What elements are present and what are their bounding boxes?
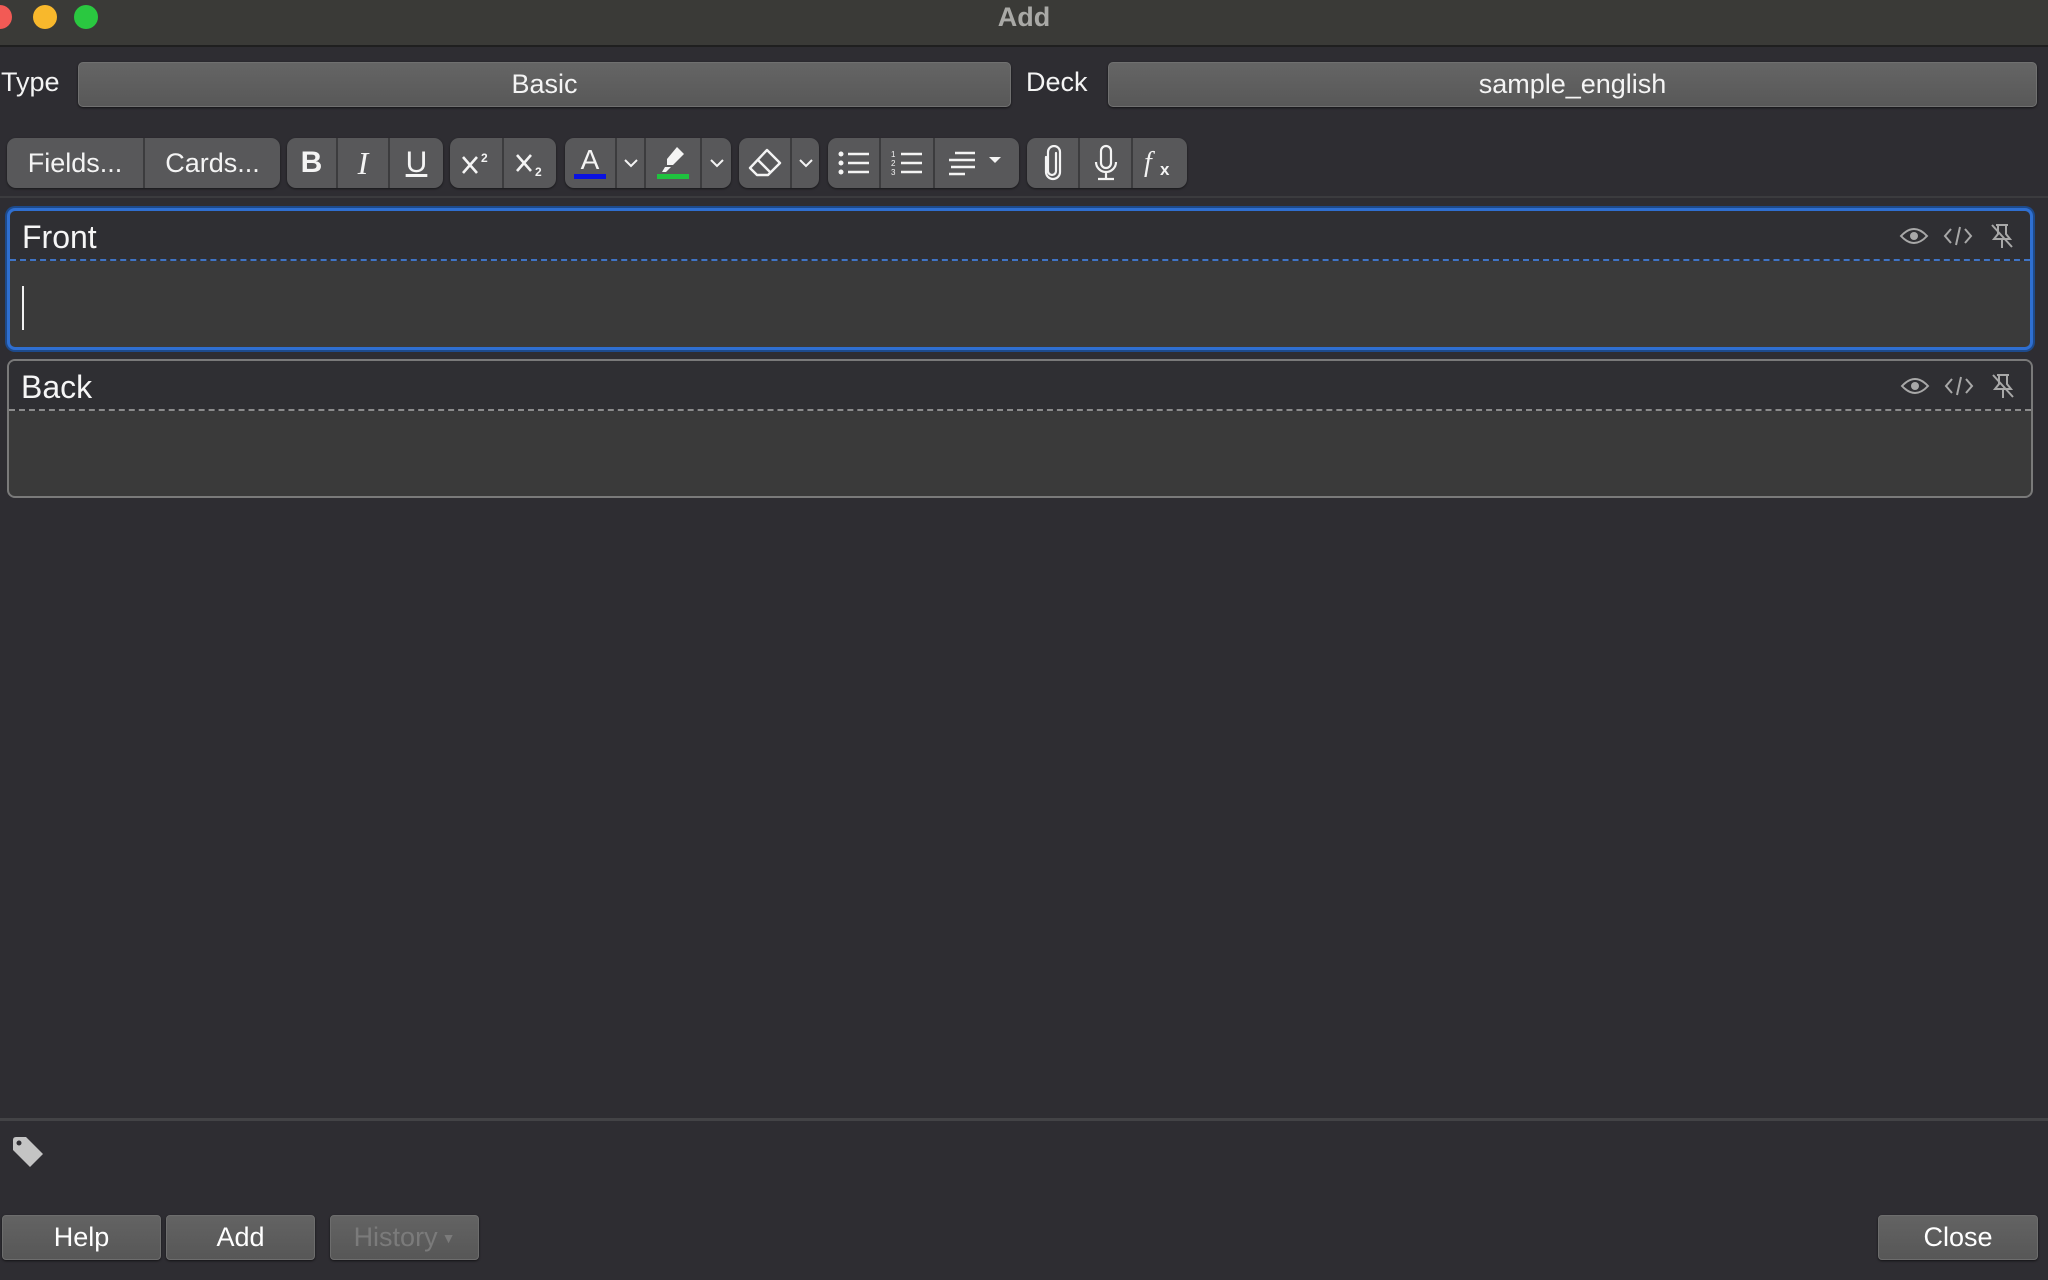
toggle-rich-text-button[interactable] [1898,222,1930,250]
highlighter-icon [657,147,689,179]
back-field-label: Back [21,369,93,405]
clear-formatting-button[interactable] [739,138,792,188]
text-style-group: B I U [287,138,443,188]
back-field: Back [7,359,2033,498]
svg-text:x: x [1160,160,1170,179]
text-caret [22,286,24,330]
toggle-html-editor-button[interactable] [1942,222,1974,250]
eraser-icon [748,148,781,177]
eye-icon [1900,378,1930,394]
superscript-button[interactable]: 2 [450,138,504,188]
clear-formatting-dropdown[interactable] [792,138,819,188]
align-icon [949,151,1001,176]
code-icon [1944,376,1974,396]
pin-off-icon [1991,224,2013,248]
dropdown-arrow-icon: ▼ [441,1230,456,1247]
microphone-icon [1094,144,1117,181]
chevron-down-icon [798,159,813,168]
svg-text:3: 3 [891,168,896,177]
record-audio-button[interactable] [1080,138,1133,188]
svg-text:f: f [1144,147,1155,178]
bullet-list-button[interactable] [828,138,881,188]
numbered-list-button[interactable]: 1 2 3 [881,138,935,188]
chevron-down-icon [709,159,724,168]
back-field-header: Back [9,361,2031,411]
italic-button[interactable]: I [338,138,390,188]
media-group: f x [1027,138,1187,188]
toggle-sticky-button[interactable] [1986,222,2018,250]
front-field-label: Front [22,219,97,255]
front-field-editor[interactable] [10,263,2030,347]
mathjax-button[interactable]: f x [1133,138,1187,188]
pin-off-icon [1992,374,2014,398]
alignment-button[interactable] [935,138,1019,188]
svg-text:2: 2 [891,159,896,168]
attach-button[interactable] [1027,138,1080,188]
svg-text:1: 1 [891,150,896,159]
color-group: A [565,138,731,188]
math-fx-icon: f x [1144,147,1170,179]
script-group: 2 2 [450,138,556,188]
text-color-dropdown[interactable] [617,138,646,188]
fields-cards-group: Fields... Cards... [7,138,280,188]
toggle-rich-text-button[interactable] [1899,372,1931,400]
deck-label: Deck [1026,67,1088,97]
help-button[interactable]: Help [2,1215,161,1260]
text-color-icon: A [574,144,606,179]
code-icon [1943,226,1973,246]
toggle-html-editor-button[interactable] [1943,372,1975,400]
add-button[interactable]: Add [166,1215,315,1260]
bullet-list-icon [838,151,869,175]
text-color-button[interactable]: A [565,138,617,188]
type-label: Type [1,67,60,97]
deck-selector[interactable]: sample_english [1108,62,2037,107]
window-title: Add [997,2,1051,32]
cards-button[interactable]: Cards... [145,138,280,188]
paperclip-icon [1044,145,1061,181]
toolbar-divider [0,196,2048,198]
tag-icon [13,1137,43,1167]
svg-text:A: A [581,144,600,175]
fields-button[interactable]: Fields... [7,138,145,188]
superscript-icon: 2 [462,151,488,174]
tags-divider [0,1118,2048,1121]
close-button[interactable]: Close [1878,1215,2038,1260]
eye-icon [1899,228,1929,244]
eraser-group [739,138,819,188]
back-field-editor[interactable] [9,413,2031,496]
highlight-color-dropdown[interactable] [702,138,731,188]
front-field: Front [7,208,2033,350]
svg-text:2: 2 [481,151,488,165]
highlight-color-button[interactable] [646,138,702,188]
underline-button[interactable]: U [390,138,443,188]
svg-text:2: 2 [535,165,542,177]
subscript-button[interactable]: 2 [504,138,556,188]
toggle-sticky-button[interactable] [1987,372,2019,400]
subscript-icon: 2 [516,154,542,177]
history-label: History [353,1222,438,1252]
numbered-list-icon: 1 2 3 [891,150,922,177]
front-field-header: Front [10,211,2030,261]
bold-button[interactable]: B [287,138,338,188]
list-align-group: 1 2 3 [828,138,1019,188]
history-button[interactable]: History ▼ [330,1215,479,1260]
title-bar: Add [0,0,2048,47]
chevron-down-icon [623,159,638,168]
tags-button[interactable] [10,1134,46,1175]
note-type-selector[interactable]: Basic [78,62,1011,107]
